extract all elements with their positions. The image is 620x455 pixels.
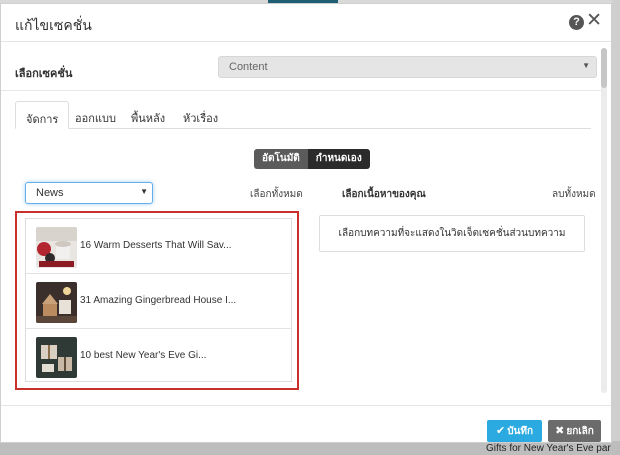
save-button[interactable]: ✔ บันทึก [487, 420, 542, 442]
close-icon[interactable]: ✕ [586, 11, 602, 31]
selected-content-placeholder: เลือกบทความที่จะแสดงในวิดเจ็ตเซคชั่นส่วน… [319, 215, 585, 252]
close-icon: ✖ [555, 425, 565, 437]
tab-background[interactable]: พื้นหลัง [121, 101, 175, 129]
cancel-button[interactable]: ✖ ยกเลิก [548, 420, 601, 442]
question-circle-icon[interactable]: ? [569, 15, 584, 30]
your-content-heading: เลือกเนื้อหาของคุณ [342, 189, 426, 200]
mode-manual-button[interactable]: กำหนดเอง [307, 149, 370, 169]
check-icon: ✔ [495, 425, 506, 437]
tab-heading[interactable]: หัวเรื่อง [173, 101, 228, 129]
article-item[interactable]: 31 Amazing Gingerbread House I... [26, 274, 291, 329]
article-thumbnail-desserts [36, 227, 77, 268]
modal-scrollbar[interactable] [601, 48, 607, 393]
chevron-down-icon: ▼ [140, 187, 148, 196]
section-select-value: Content [229, 61, 268, 73]
save-button-label: บันทึก [507, 426, 534, 437]
select-all-link[interactable]: เลือกทั้งหมด [250, 187, 303, 202]
article-item[interactable]: 16 Warm Desserts That Will Sav... [26, 219, 291, 274]
clear-all-link[interactable]: ลบทั้งหมด [552, 187, 596, 202]
scrollbar-thumb[interactable] [601, 48, 607, 88]
modal-body: เลือกเซคชั่น Content ▼ จัดการ ออกแบบ พื้… [1, 42, 611, 405]
mode-toggle: อัตโนมัติ กำหนดเอง [254, 149, 370, 169]
article-item[interactable]: 10 best New Year's Eve Gi... [26, 329, 291, 384]
section-label: เลือกเซคชั่น [15, 68, 73, 80]
chevron-down-icon: ▼ [582, 61, 590, 70]
article-title: 16 Warm Desserts That Will Sav... [80, 240, 232, 251]
divider [1, 90, 601, 91]
article-thumbnail-gingerbread [36, 282, 77, 323]
tab-bar: จัดการ ออกแบบ พื้นหลัง หัวเรื่อง [15, 101, 591, 129]
article-title: 31 Amazing Gingerbread House I... [80, 295, 237, 306]
edit-section-modal: แก้ไขเซคชั่น ? ✕ เลือกเซคชั่น Content ▼ … [0, 3, 612, 443]
tab-manage[interactable]: จัดการ [15, 101, 70, 129]
mode-auto-button[interactable]: อัตโนมัติ [254, 149, 308, 169]
article-title: 10 best New Year's Eve Gi... [80, 350, 207, 361]
modal-header: แก้ไขเซคชั่น ? ✕ [1, 4, 611, 42]
modal-footer: ✔ บันทึก ✖ ยกเลิก [1, 405, 611, 443]
modal-title: แก้ไขเซคชั่น [15, 17, 92, 33]
tab-design[interactable]: ออกแบบ [65, 101, 126, 129]
article-list: 16 Warm Desserts That Will Sav... 31 Ama… [25, 218, 292, 382]
section-select[interactable]: Content ▼ [218, 56, 597, 78]
background-page-edge [612, 0, 620, 455]
background-article-title: Gifts for New Year's Eve par [486, 443, 611, 454]
category-select-value: News [36, 187, 64, 199]
category-select[interactable]: News ▼ [25, 182, 153, 204]
article-thumbnail-gifts [36, 337, 77, 378]
cancel-button-label: ยกเลิก [566, 426, 594, 437]
